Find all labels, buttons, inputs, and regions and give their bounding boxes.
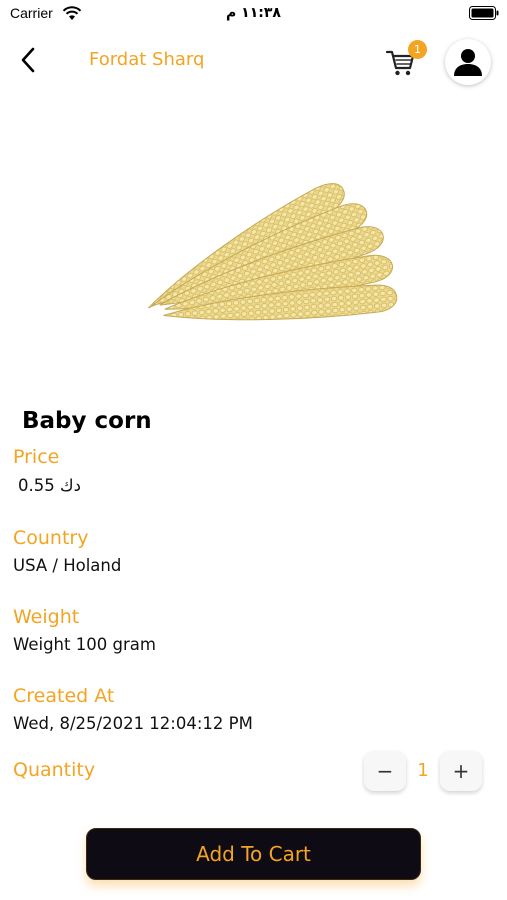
price-label: Price: [13, 446, 60, 468]
country-value: USA / Holand: [13, 556, 122, 575]
weight-value: Weight 100 gram: [13, 635, 156, 654]
decrease-quantity-button[interactable]: −: [364, 751, 406, 791]
chevron-left-icon: [21, 47, 35, 73]
product-image: [147, 183, 398, 321]
cart-count-badge: 1: [408, 40, 427, 59]
user-icon: [454, 49, 482, 76]
profile-button[interactable]: [445, 39, 491, 85]
add-to-cart-button[interactable]: Add To Cart: [86, 828, 421, 880]
status-time: ١١:٣٨ م: [226, 5, 281, 21]
store-name: Fordat Sharq: [89, 49, 205, 70]
increase-quantity-button[interactable]: +: [440, 751, 482, 791]
nav-bar: Fordat Sharq 1: [0, 34, 507, 88]
created-at-label: Created At: [13, 685, 115, 707]
product-name: Baby corn: [22, 408, 152, 434]
battery-icon: [469, 6, 499, 20]
quantity-label: Quantity: [13, 759, 96, 781]
created-at-value: Wed, 8/25/2021 12:04:12 PM: [13, 714, 253, 733]
weight-label: Weight: [13, 606, 80, 628]
back-button[interactable]: [14, 44, 42, 76]
quantity-value: 1: [417, 760, 429, 781]
status-bar: Carrier ١١:٣٨ م: [0, 0, 507, 28]
plus-icon: +: [452, 759, 470, 783]
country-label: Country: [13, 527, 89, 549]
minus-icon: −: [376, 759, 394, 783]
price-value: 0.55 دك: [18, 476, 81, 495]
